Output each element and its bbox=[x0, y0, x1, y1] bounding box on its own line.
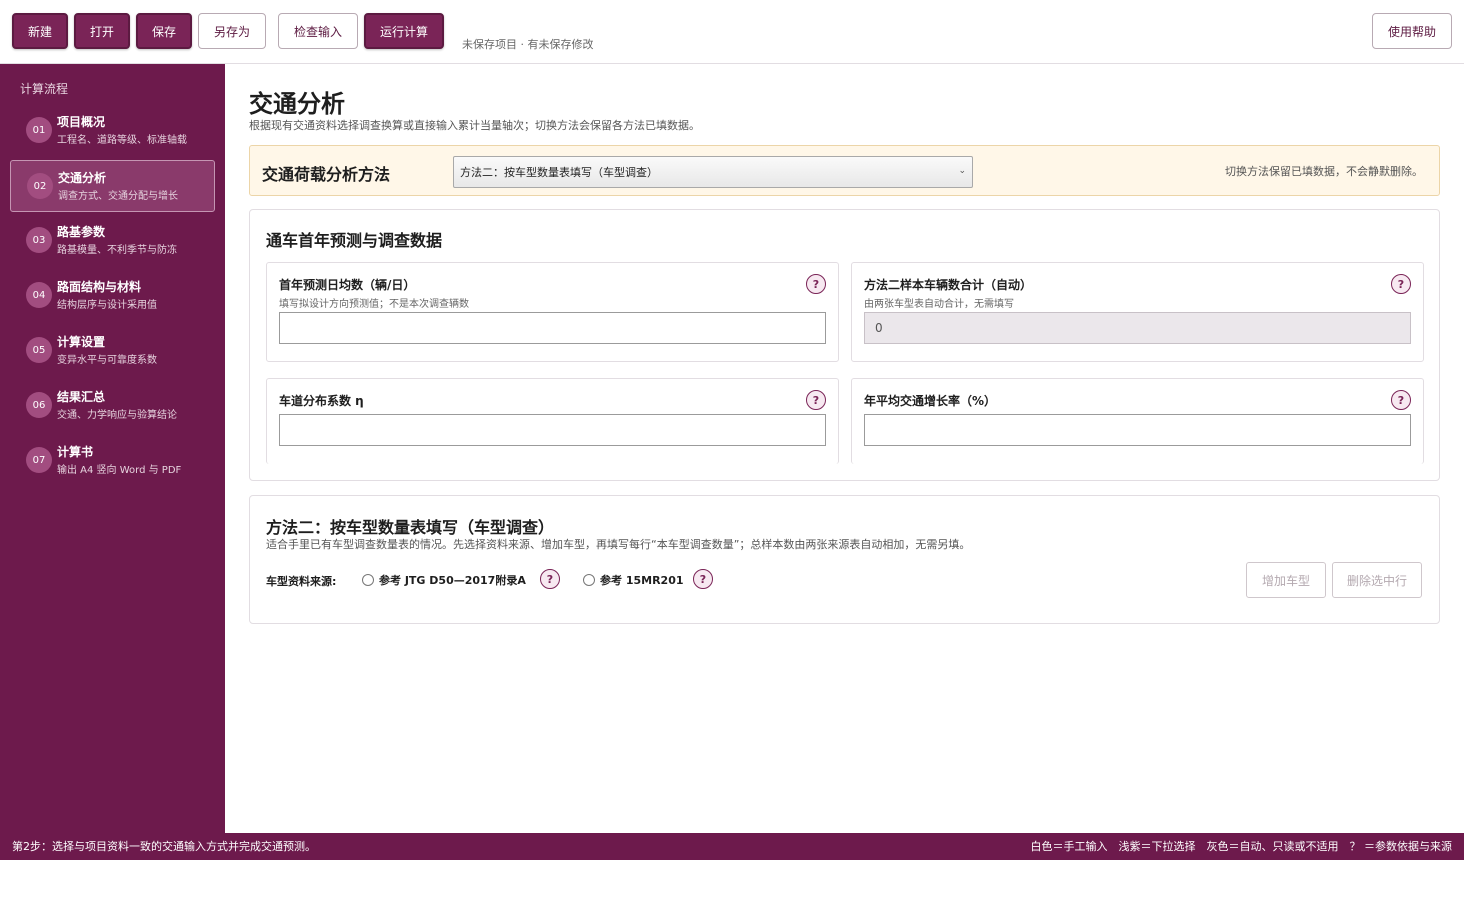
sidebar-step-subgrade[interactable]: 03 路基参数 路基模量、不利季节与防冻 bbox=[10, 215, 215, 267]
method2-card: 方法二：按车型数量表填写（车型调查） 适合手里已有车型调查数量表的情况。先选择资… bbox=[249, 495, 1440, 624]
check-input-button[interactable]: 检查输入 bbox=[278, 13, 358, 49]
field-label: 年平均交通增长率（%） bbox=[864, 394, 997, 408]
sidebar-heading: 计算流程 bbox=[20, 82, 69, 96]
source-option-15mr201[interactable]: 参考 15MR201 ? bbox=[583, 569, 723, 591]
sample-total-field: 方法二样本车辆数合计（自动） ? 由两张车型表自动合计，无需填写 0 bbox=[851, 262, 1424, 362]
step-subtitle: 工程名、道路等级、标准轴载 bbox=[57, 135, 187, 146]
step-number: 02 bbox=[27, 173, 53, 199]
sidebar: 计算流程 01 项目概况 工程名、道路等级、标准轴载 02 交通分析 调查方式、… bbox=[0, 64, 225, 833]
help-icon[interactable]: ? bbox=[1391, 274, 1411, 294]
step-subtitle: 输出 A4 竖向 Word 与 PDF bbox=[57, 465, 182, 476]
step-number: 05 bbox=[26, 337, 52, 363]
help-icon[interactable]: ? bbox=[1391, 390, 1411, 410]
daily-volume-field: 首年预测日均数（辆/日） ? 填写拟设计方向预测值；不是本次调查辆数 bbox=[266, 262, 839, 362]
sidebar-step-report[interactable]: 07 计算书 输出 A4 竖向 Word 与 PDF bbox=[10, 435, 215, 487]
field-hint: 由两张车型表自动合计，无需填写 bbox=[864, 299, 1014, 310]
lane-factor-field: 车道分布系数 η ? bbox=[266, 378, 839, 464]
step-subtitle: 变异水平与可靠度系数 bbox=[57, 355, 157, 366]
help-button[interactable]: 使用帮助 bbox=[1372, 13, 1452, 49]
help-icon[interactable]: ? bbox=[693, 569, 713, 589]
toolbar: 新建 打开 保存 另存为 检查输入 运行计算 未保存项目 · 有未保存修改 使用… bbox=[0, 0, 1464, 64]
sidebar-step-pavement-structure[interactable]: 04 路面结构与材料 结构层序与设计采用值 bbox=[10, 270, 215, 322]
field-label: 方法二样本车辆数合计（自动） bbox=[864, 278, 1033, 292]
step-subtitle: 结构层序与设计采用值 bbox=[57, 300, 157, 311]
step-title: 交通分析 bbox=[58, 171, 107, 185]
method-selected-value: 方法二：按车型数量表填写（车型调查） bbox=[460, 166, 658, 179]
method-panel: 交通荷载分析方法 方法二：按车型数量表填写（车型调查） ⌄ 切换方法保留已填数据… bbox=[249, 145, 1440, 196]
source-option-jtg[interactable]: 参考 JTG D50—2017附录A ? bbox=[362, 569, 562, 591]
step-subtitle: 路基模量、不利季节与防冻 bbox=[57, 245, 177, 256]
lane-factor-input[interactable] bbox=[279, 414, 826, 446]
radio-button[interactable] bbox=[362, 574, 374, 586]
sidebar-step-project-overview[interactable]: 01 项目概况 工程名、道路等级、标准轴载 bbox=[10, 105, 215, 157]
chevron-down-icon: ⌄ bbox=[958, 166, 966, 176]
field-label: 首年预测日均数（辆/日） bbox=[279, 278, 416, 292]
step-title: 项目概况 bbox=[57, 115, 106, 129]
sidebar-step-traffic-analysis[interactable]: 02 交通分析 调查方式、交通分配与增长 bbox=[10, 160, 215, 212]
step-title: 路基参数 bbox=[57, 225, 106, 239]
method-label: 交通荷载分析方法 bbox=[262, 165, 391, 184]
method2-description: 适合手里已有车型调查数量表的情况。先选择资料来源、增加车型，再填写每行“本车型调… bbox=[266, 538, 971, 551]
page-description: 根据现有交通资料选择调查换算或直接输入累计当量轴次；切换方法会保留各方法已填数据… bbox=[249, 119, 700, 132]
radio-label: 参考 15MR201 bbox=[600, 574, 684, 587]
step-number: 04 bbox=[26, 282, 52, 308]
legend-auto: 灰色＝自动、只读或不适用 bbox=[1206, 840, 1339, 853]
status-text: 第2步：选择与项目资料一致的交通输入方式并完成交通预测。 bbox=[12, 840, 316, 853]
method2-card-title: 方法二：按车型数量表填写（车型调查） bbox=[266, 518, 555, 537]
legend-manual: 白色＝手工输入 bbox=[1030, 840, 1108, 853]
survey-card-title: 通车首年预测与调查数据 bbox=[266, 231, 443, 250]
step-title: 计算设置 bbox=[57, 335, 106, 349]
status-bar: 第2步：选择与项目资料一致的交通输入方式并完成交通预测。 白色＝手工输入 浅紫＝… bbox=[0, 833, 1464, 860]
page-title: 交通分析 bbox=[249, 90, 345, 118]
help-icon[interactable]: ? bbox=[806, 274, 826, 294]
radio-button[interactable] bbox=[583, 574, 595, 586]
step-subtitle: 调查方式、交通分配与增长 bbox=[58, 191, 178, 202]
step-title: 结果汇总 bbox=[57, 390, 106, 404]
step-title: 计算书 bbox=[57, 445, 94, 459]
sidebar-step-calc-settings[interactable]: 05 计算设置 变异水平与可靠度系数 bbox=[10, 325, 215, 377]
help-icon[interactable]: ? bbox=[806, 390, 826, 410]
step-number: 03 bbox=[26, 227, 52, 253]
legend-help: ？ ＝参数依据与来源 bbox=[1349, 840, 1453, 853]
source-label: 车型资料来源: bbox=[266, 575, 337, 588]
open-button[interactable]: 打开 bbox=[74, 13, 130, 49]
growth-rate-field: 年平均交通增长率（%） ? bbox=[851, 378, 1424, 464]
run-calculation-button[interactable]: 运行计算 bbox=[364, 13, 444, 49]
add-vehicle-type-button[interactable]: 增加车型 bbox=[1246, 562, 1326, 598]
radio-label: 参考 JTG D50—2017附录A bbox=[379, 574, 526, 587]
step-number: 06 bbox=[26, 392, 52, 418]
delete-selected-row-button[interactable]: 删除选中行 bbox=[1332, 562, 1422, 598]
sidebar-step-results[interactable]: 06 结果汇总 交通、力学响应与验算结论 bbox=[10, 380, 215, 432]
help-icon[interactable]: ? bbox=[540, 569, 560, 589]
color-legend: 白色＝手工输入 浅紫＝下拉选择 灰色＝自动、只读或不适用 ？ ＝参数依据与来源 bbox=[1031, 838, 1453, 854]
new-button[interactable]: 新建 bbox=[12, 13, 68, 49]
method-select[interactable]: 方法二：按车型数量表填写（车型调查） ⌄ bbox=[453, 156, 973, 188]
save-status-text: 未保存项目 · 有未保存修改 bbox=[462, 38, 594, 51]
save-button[interactable]: 保存 bbox=[136, 13, 192, 49]
daily-volume-input[interactable] bbox=[279, 312, 826, 344]
growth-rate-input[interactable] bbox=[864, 414, 1411, 446]
sample-total-readonly: 0 bbox=[864, 312, 1411, 344]
step-number: 07 bbox=[26, 447, 52, 473]
legend-dropdown: 浅紫＝下拉选择 bbox=[1118, 840, 1196, 853]
field-hint: 填写拟设计方向预测值；不是本次调查辆数 bbox=[279, 299, 469, 310]
step-subtitle: 交通、力学响应与验算结论 bbox=[57, 410, 177, 421]
field-label: 车道分布系数 η bbox=[279, 394, 364, 408]
method-note: 切换方法保留已填数据，不会静默删除。 bbox=[1225, 165, 1423, 178]
step-number: 01 bbox=[26, 117, 52, 143]
step-title: 路面结构与材料 bbox=[57, 280, 142, 294]
survey-data-card: 通车首年预测与调查数据 首年预测日均数（辆/日） ? 填写拟设计方向预测值；不是… bbox=[249, 209, 1440, 481]
save-as-button[interactable]: 另存为 bbox=[198, 13, 266, 49]
main-content: 交通分析 根据现有交通资料选择调查换算或直接输入累计当量轴次；切换方法会保留各方… bbox=[225, 64, 1464, 833]
